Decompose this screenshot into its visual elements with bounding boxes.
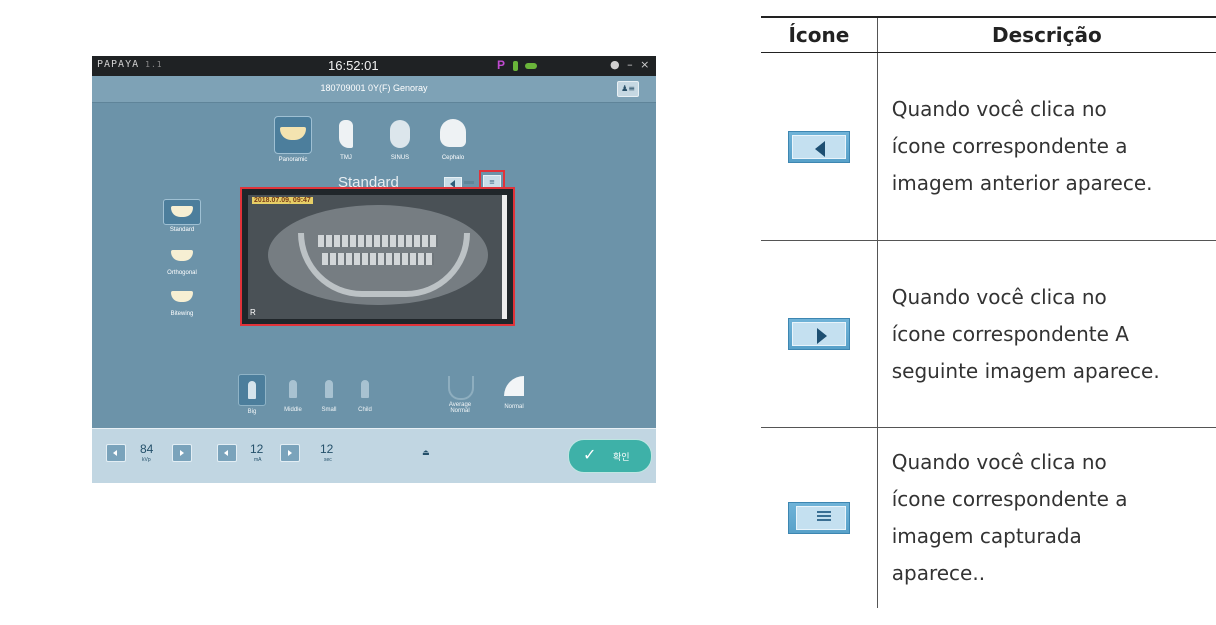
kvp-unit: kVp <box>142 457 151 463</box>
program-standard[interactable]: Standard <box>160 199 204 233</box>
size-child[interactable]: Child <box>350 374 380 413</box>
image-timestamp: 2018.07.09, 09:47 <box>252 197 313 204</box>
description-line: ícone correspondente A <box>891 321 1129 346</box>
sinus-icon <box>382 116 418 152</box>
sensor-status-icon <box>513 61 518 71</box>
person-icon <box>352 374 378 404</box>
bitewing-arch-icon <box>164 285 200 309</box>
kvp-value: 84 <box>140 442 154 456</box>
person-icon <box>316 374 342 404</box>
icon-description-table: Ícone Descrição Quando você clica no íco… <box>761 16 1216 608</box>
person-icon <box>280 374 306 404</box>
sec-value: 12 <box>320 442 334 456</box>
ma-increase-button[interactable] <box>280 444 300 462</box>
description-line: ícone correspondente a <box>891 134 1128 158</box>
arch-average-icon[interactable] <box>448 376 474 400</box>
program-label: Bitewing <box>170 311 194 317</box>
title-bar: PAPAYA 1.1 16:52:01 P ● – × <box>92 56 656 76</box>
captured-image-list-icon <box>787 502 850 534</box>
patient-bar: 180709001 0Y(F) Genoray ♟≡ <box>92 76 656 103</box>
description-cell: Quando você clica no ícone correspondent… <box>877 240 1216 428</box>
device-status-icon: ⏏ <box>422 448 430 457</box>
program-label: Orthogonal <box>167 270 197 276</box>
icon-cell <box>761 427 878 608</box>
patient-button[interactable]: ♟≡ <box>617 81 639 97</box>
confirm-button[interactable]: ✓ 확인 <box>568 439 652 473</box>
clock: 16:52:01 <box>328 58 379 73</box>
description-line: seguinte imagem aparece. <box>891 358 1160 383</box>
description-line: Quando você clica no <box>891 284 1107 309</box>
size-label: Middle <box>284 407 302 413</box>
previous-image-icon <box>787 130 850 163</box>
standard-arch-icon <box>163 199 201 225</box>
size-middle[interactable]: Middle <box>278 374 308 413</box>
description-cell: Quando você clica no ícone correspondent… <box>877 428 1216 609</box>
program-orthogonal[interactable]: Orthogonal <box>160 244 204 276</box>
captured-image-frame: 2018.07.09, 09:47 R <box>240 187 515 326</box>
table-row: Quando você clica no ícone correspondent… <box>761 52 1216 241</box>
size-label: Child <box>358 407 372 413</box>
size-small[interactable]: Small <box>314 374 344 413</box>
confirm-label: 확인 <box>613 453 630 463</box>
description-cell: Quando você clica no ícone correspondent… <box>877 52 1216 241</box>
arch-normal-icon[interactable] <box>504 376 524 396</box>
ma-decrease-button[interactable] <box>217 444 237 462</box>
description-line: ícone correspondente a <box>891 487 1128 511</box>
mode-label: TMJ <box>340 155 352 161</box>
program-label: Standard <box>169 227 195 233</box>
description-line: imagem capturada <box>891 524 1082 548</box>
person-icon <box>238 374 266 406</box>
table-header-row: Ícone Descrição <box>761 16 1216 53</box>
mode-label: Panoramic <box>278 157 308 163</box>
mode-panoramic[interactable]: Panoramic <box>270 116 316 163</box>
app-brand: PAPAYA 1.1 <box>97 59 163 70</box>
mode-label: SINUS <box>390 155 410 161</box>
orthogonal-arch-icon <box>164 244 200 268</box>
size-label: Small <box>321 407 337 413</box>
tmj-icon <box>328 116 364 152</box>
description-line: aparece.. <box>891 561 986 585</box>
check-icon: ✓ <box>583 445 597 464</box>
window-controls[interactable]: ● – × <box>610 58 651 71</box>
next-image-icon <box>787 318 850 350</box>
kvp-decrease-button[interactable] <box>106 444 126 462</box>
header-icon: Ícone <box>761 16 878 53</box>
mode-label: Cephalo <box>441 155 465 161</box>
arch-average-label: Average Normal <box>448 402 472 414</box>
ma-unit: mA <box>254 457 262 463</box>
mode-cephalo[interactable]: Cephalo <box>430 116 476 161</box>
icon-cell <box>761 240 878 428</box>
program-bitewing[interactable]: Bitewing <box>160 285 204 317</box>
description-line: imagem anterior aparece. <box>891 171 1153 195</box>
panoramic-xray-image[interactable]: 2018.07.09, 09:47 R <box>248 195 507 319</box>
size-label: Big <box>247 409 257 415</box>
sec-unit: sec <box>324 457 332 463</box>
connection-status-icon <box>525 63 537 69</box>
papaya-app-window: PAPAYA 1.1 16:52:01 P ● – × 180709001 0Y(… <box>92 56 656 483</box>
next-image-button[interactable] <box>464 181 474 184</box>
size-big[interactable]: Big <box>237 374 267 415</box>
description-line: Quando você clica no <box>891 97 1107 121</box>
arch-normal-label: Normal <box>504 404 524 410</box>
icon-cell <box>761 52 878 241</box>
table-row: Quando você clica no ícone correspondent… <box>761 427 1216 609</box>
kvp-increase-button[interactable] <box>172 444 192 462</box>
description-line: Quando você clica no <box>891 450 1107 474</box>
mode-sinus[interactable]: SINUS <box>377 116 423 161</box>
cephalo-icon <box>435 116 471 152</box>
table-row: Quando você clica no ícone correspondent… <box>761 240 1216 428</box>
exposure-bar: 84 kVp 12 mA 12 sec ⏏ ✓ 확인 <box>92 428 656 483</box>
mode-tmj[interactable]: TMJ <box>323 116 369 161</box>
panoramic-icon <box>274 116 312 154</box>
side-marker: R <box>250 308 256 317</box>
status-p-indicator: P <box>497 58 506 72</box>
ma-value: 12 <box>250 442 264 456</box>
header-description: Descrição <box>877 16 1216 53</box>
patient-info: 180709001 0Y(F) Genoray <box>320 83 428 93</box>
